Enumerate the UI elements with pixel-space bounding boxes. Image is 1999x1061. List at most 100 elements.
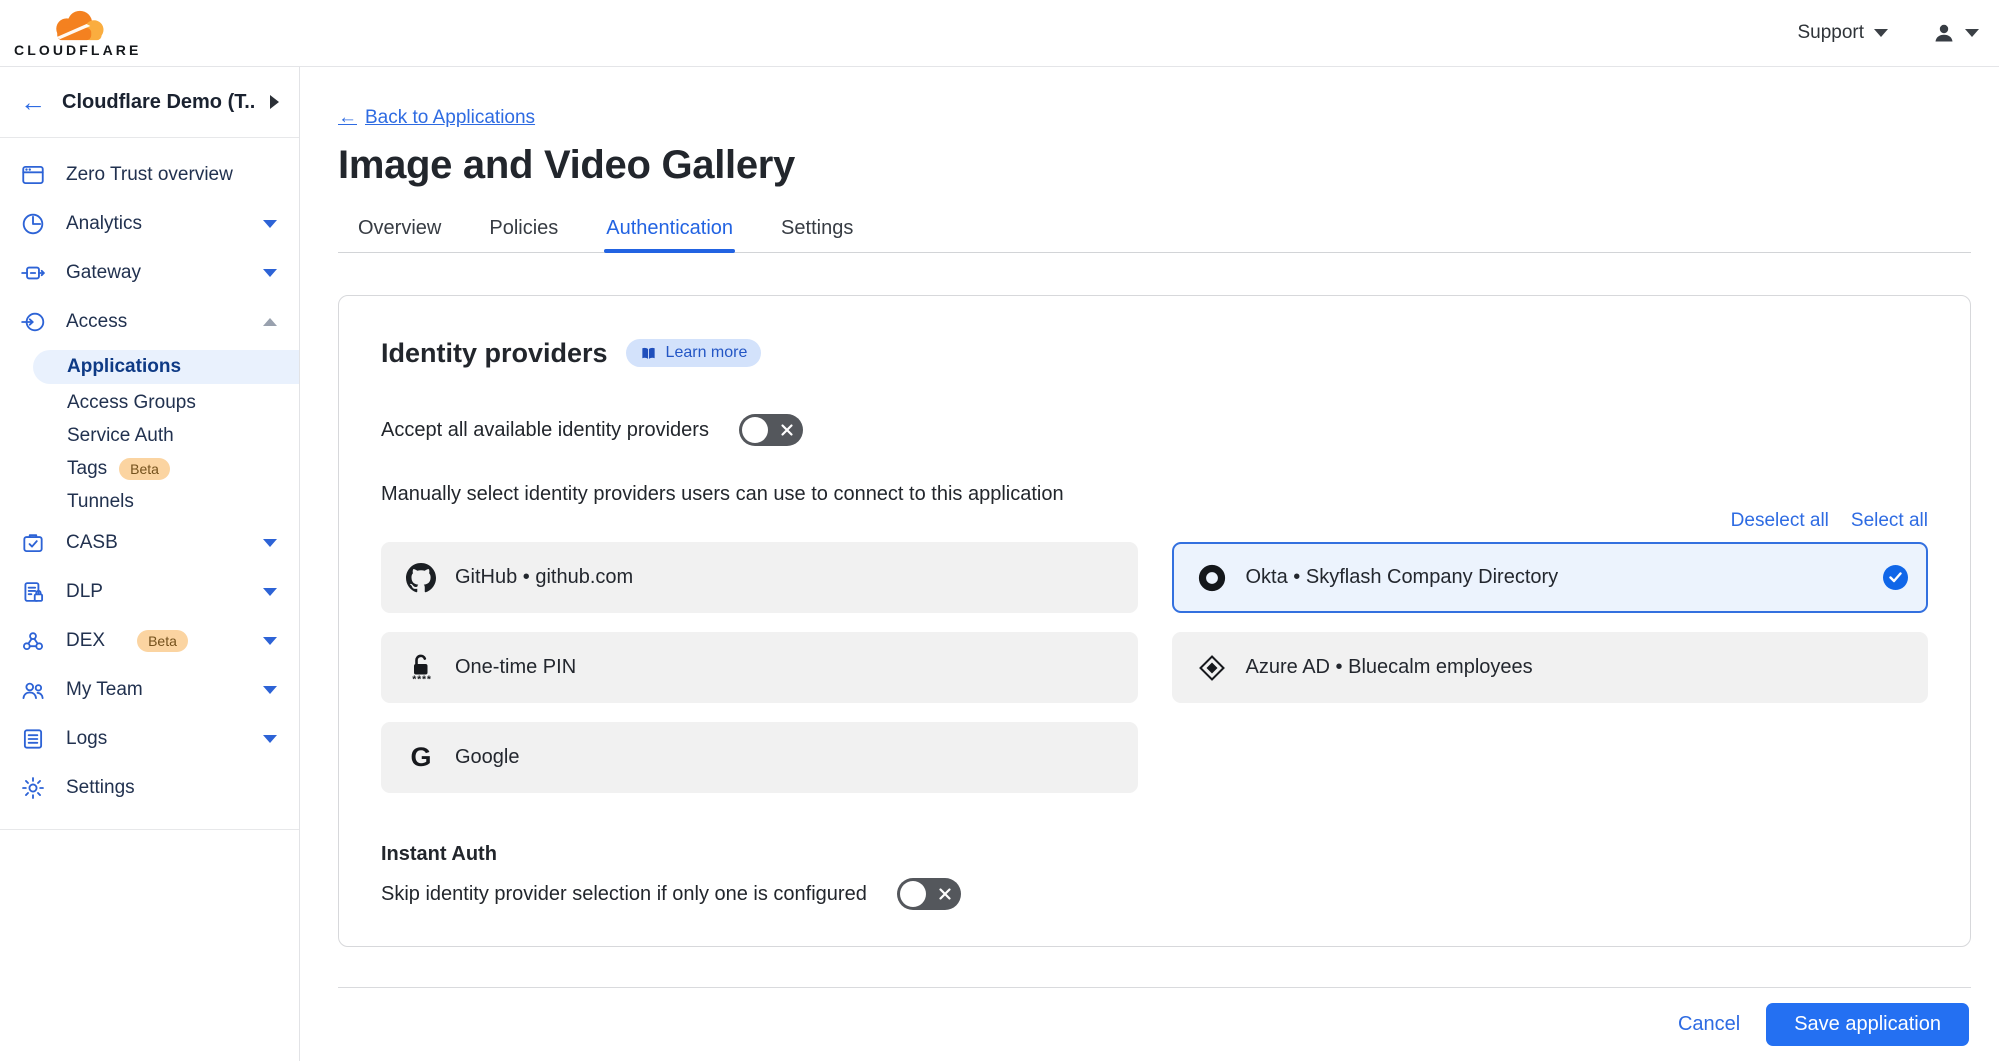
sidebar: ← Cloudflare Demo (T... Zero Trust overv… (0, 67, 300, 1061)
provider-row-okta[interactable]: Okta • Skyflash Company Directory (1172, 542, 1929, 613)
tab-overview[interactable]: Overview (356, 211, 443, 252)
sidebar-item-label: DLP (66, 581, 103, 603)
sidebar-item-settings[interactable]: Settings (0, 763, 299, 812)
provider-name: Azure AD • Bluecalm employees (1246, 656, 1533, 679)
sidebar-item-label: Access Groups (67, 392, 196, 414)
back-arrow-icon[interactable]: ← (20, 89, 46, 115)
beta-badge: Beta (119, 458, 170, 480)
beta-badge: Beta (137, 630, 188, 652)
sidebar-item-label: Logs (66, 728, 107, 750)
select-all-link[interactable]: Select all (1851, 510, 1928, 532)
sidebar-item-casb[interactable]: CASB (0, 518, 299, 567)
toggle-x-icon (938, 887, 952, 901)
cloudflare-wordmark: CLOUDFLARE (14, 42, 141, 58)
logs-list-icon (20, 726, 46, 752)
tab-policies[interactable]: Policies (487, 211, 560, 252)
manual-select-label: Manually select identity providers users… (381, 482, 1928, 506)
chevron-down-icon (1874, 29, 1888, 37)
page-title: Image and Video Gallery (338, 141, 1971, 189)
sidebar-item-tunnels[interactable]: Tunnels (67, 485, 299, 518)
tab-authentication[interactable]: Authentication (604, 211, 735, 252)
sidebar-item-label: Analytics (66, 213, 142, 235)
chevron-up-icon (263, 318, 277, 326)
sidebar-item-label: DEX (66, 630, 105, 652)
provider-row-one-time-pin[interactable]: **** One-time PIN (381, 632, 1138, 703)
sidebar-item-applications[interactable]: Applications (33, 350, 299, 384)
team-people-icon (20, 677, 46, 703)
gear-icon (20, 775, 46, 801)
learn-more-badge[interactable]: Learn more (626, 339, 762, 367)
save-application-button[interactable]: Save application (1766, 1003, 1969, 1046)
identity-providers-card: Identity providers Learn more Accept all… (338, 295, 1971, 947)
sidebar-divider (0, 829, 299, 830)
tab-bar: Overview Policies Authentication Setting… (338, 211, 1971, 253)
sidebar-item-service-auth[interactable]: Service Auth (67, 419, 299, 452)
chevron-down-icon (263, 220, 277, 228)
sidebar-item-tags[interactable]: Tags Beta (67, 452, 299, 485)
cloudflare-logo[interactable]: CLOUDFLARE (14, 8, 141, 58)
sidebar-item-label: Service Auth (67, 425, 174, 447)
cloudflare-cloud-icon (46, 8, 110, 42)
account-switcher: ← Cloudflare Demo (T... (0, 67, 299, 138)
book-icon (640, 345, 657, 362)
provider-name: One-time PIN (455, 656, 576, 679)
accept-all-toggle[interactable] (739, 414, 803, 446)
support-menu[interactable]: Support (1797, 22, 1888, 44)
sidebar-item-label: My Team (66, 679, 143, 701)
selected-check-icon (1883, 565, 1908, 590)
chevron-right-icon[interactable] (270, 95, 279, 109)
account-name: Cloudflare Demo (T... (62, 91, 254, 114)
toggle-knob (742, 417, 768, 443)
card-heading-row: Identity providers Learn more (381, 336, 1928, 370)
main-content: ← Back to Applications Image and Video G… (300, 67, 1999, 1061)
provider-name: Okta • Skyflash Company Directory (1246, 566, 1559, 589)
provider-row-github[interactable]: GitHub • github.com (381, 542, 1138, 613)
provider-grid: GitHub • github.com Okta • Skyflash Comp… (381, 542, 1928, 793)
instant-auth-heading: Instant Auth (381, 843, 1928, 866)
toggle-x-icon (780, 423, 794, 437)
provider-row-google[interactable]: G Google (381, 722, 1138, 793)
dex-network-icon (20, 628, 46, 654)
sidebar-item-access-groups[interactable]: Access Groups (67, 386, 299, 419)
toggle-knob (900, 881, 926, 907)
access-login-icon (20, 309, 46, 335)
instant-auth-toggle[interactable] (897, 878, 961, 910)
header-right: Support (1797, 21, 1979, 45)
github-icon (405, 563, 437, 593)
sidebar-item-analytics[interactable]: Analytics (0, 199, 299, 248)
sidebar-item-dex[interactable]: DEX Beta (0, 616, 299, 665)
provider-name: Google (455, 746, 520, 769)
gateway-icon (20, 260, 46, 286)
instant-auth-row: Skip identity provider selection if only… (381, 878, 1928, 910)
sidebar-item-dlp[interactable]: DLP (0, 567, 299, 616)
user-menu[interactable] (1932, 21, 1979, 45)
cancel-button[interactable]: Cancel (1678, 1013, 1740, 1036)
google-icon: G (405, 744, 437, 771)
accept-all-row: Accept all available identity providers (381, 414, 1928, 446)
sidebar-item-label: Access (66, 311, 127, 333)
card-heading: Identity providers (381, 336, 608, 370)
sidebar-item-label: CASB (66, 532, 118, 554)
chevron-down-icon (263, 269, 277, 277)
chevron-down-icon (263, 637, 277, 645)
sidebar-item-zero-trust-overview[interactable]: Zero Trust overview (0, 150, 299, 199)
deselect-all-link[interactable]: Deselect all (1731, 510, 1829, 532)
sidebar-item-access[interactable]: Access (0, 297, 299, 346)
sidebar-item-my-team[interactable]: My Team (0, 665, 299, 714)
casb-box-check-icon (20, 530, 46, 556)
okta-icon (1196, 563, 1228, 593)
provider-name: GitHub • github.com (455, 566, 633, 589)
sidebar-item-logs[interactable]: Logs (0, 714, 299, 763)
sidebar-nav: Zero Trust overview Analytics Gateway (0, 138, 299, 812)
sidebar-item-label: Zero Trust overview (66, 164, 233, 186)
back-link-label: Back to Applications (365, 107, 535, 129)
footer-actions: Cancel Save application (338, 988, 1971, 1061)
top-header: CLOUDFLARE Support (0, 0, 1999, 67)
tab-settings[interactable]: Settings (779, 211, 855, 252)
back-to-applications-link[interactable]: ← Back to Applications (338, 107, 535, 129)
sidebar-item-gateway[interactable]: Gateway (0, 248, 299, 297)
provider-row-azure-ad[interactable]: Azure AD • Bluecalm employees (1172, 632, 1929, 703)
chevron-down-icon (263, 686, 277, 694)
back-arrow-icon: ← (338, 107, 357, 129)
accept-all-label: Accept all available identity providers (381, 419, 709, 442)
